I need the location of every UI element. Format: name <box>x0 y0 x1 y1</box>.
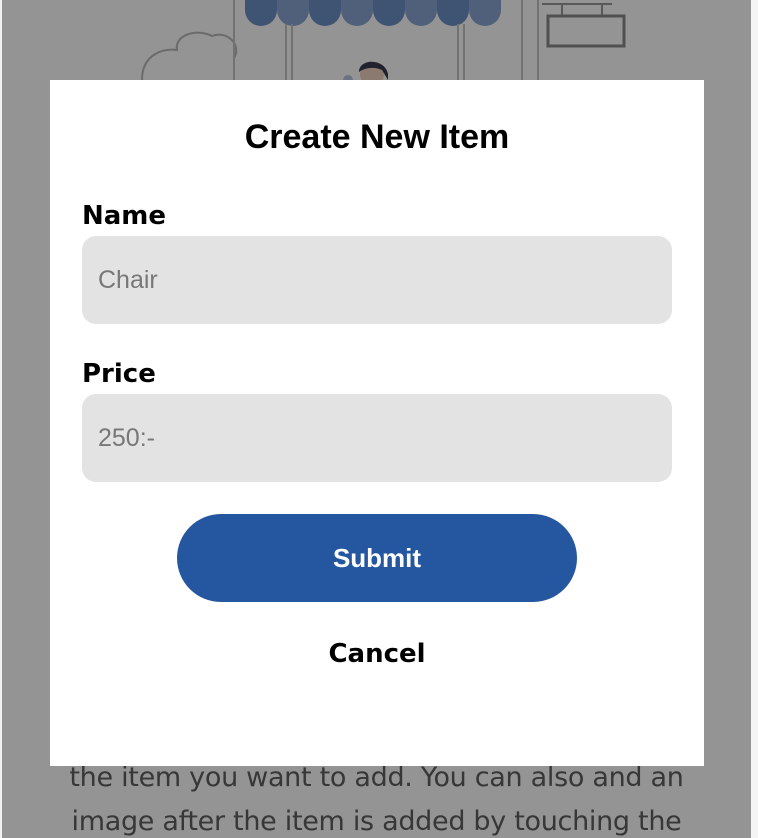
name-input[interactable] <box>82 236 672 324</box>
dialog-title: Create New Item <box>244 118 510 156</box>
price-label: Price <box>82 359 156 389</box>
name-label: Name <box>82 201 167 231</box>
app-frame: the item you want to add. You can also a… <box>0 0 758 838</box>
window-edge <box>751 0 758 838</box>
create-item-dialog: Create New Item Name Price Submit Cancel <box>50 80 704 766</box>
price-input[interactable] <box>82 394 672 482</box>
cancel-button[interactable]: Cancel <box>277 631 477 677</box>
submit-button[interactable]: Submit <box>177 514 577 602</box>
